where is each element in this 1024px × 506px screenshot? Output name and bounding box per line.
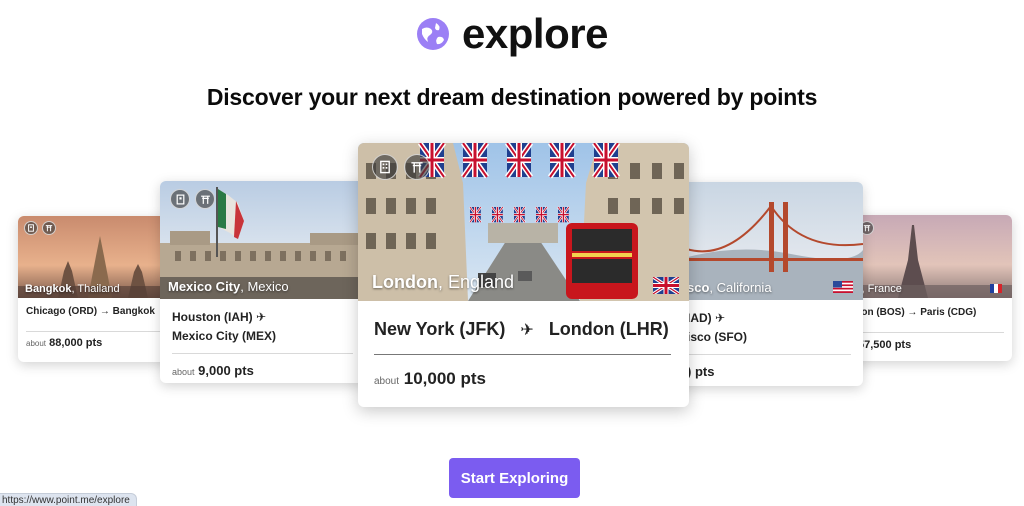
destination-photo: s, France [848, 215, 1012, 298]
destination-photo: Bangkok, Thailand [18, 216, 180, 298]
destination-card-san-francisco[interactable]: sco, California IAD) ✈ isco (SFO) ) pts [671, 182, 863, 386]
status-bar-url: https://www.point.me/explore [0, 493, 137, 506]
destination-photo: London, England [358, 143, 689, 301]
brand-logo[interactable]: explore [0, 12, 1024, 56]
destination-name: Mexico City, Mexico [168, 279, 289, 294]
destination-photo: Mexico City, Mexico [160, 181, 365, 299]
destination-card-paris[interactable]: s, France ton (BOS) → Paris (CDG) 57,500… [848, 215, 1012, 361]
us-flag-icon [833, 281, 853, 293]
brand-name: explore [462, 10, 608, 57]
hotel-icon [372, 154, 398, 180]
france-flag-icon [990, 284, 1002, 293]
divider [374, 354, 671, 355]
torii-gate-icon [42, 221, 56, 235]
destination-card-london[interactable]: London, England New York (JFK) ✈ London … [358, 143, 689, 407]
route-destination: London (LHR) [548, 319, 669, 339]
torii-gate-icon [195, 189, 215, 209]
start-exploring-button[interactable]: Start Exploring [449, 458, 580, 498]
points-cost: about 10,000 pts [374, 369, 486, 388]
destination-card-bangkok[interactable]: Bangkok, Thailand Chicago (ORD) → Bangko… [18, 216, 180, 362]
route-origin: Houston (IAH) ✈ [172, 310, 267, 324]
route-text: New York (JFK) ✈ London (LHR) [374, 319, 669, 340]
uk-flag-icon [653, 277, 679, 294]
divider [856, 332, 1004, 333]
hotel-icon [24, 221, 38, 235]
route-origin: New York (JFK) [374, 319, 506, 339]
divider [172, 353, 353, 354]
destination-card-mexico-city[interactable]: Mexico City, Mexico Houston (IAH) ✈ Mexi… [160, 181, 365, 383]
divider [683, 354, 851, 355]
page-headline: Discover your next dream destination pow… [206, 84, 818, 110]
points-cost: about 9,000 pts [172, 363, 254, 378]
route-origin: IAD) ✈ [687, 311, 726, 325]
hotel-icon [170, 189, 190, 209]
route-text: Houston (IAH) ✈ Mexico City (MEX) [172, 308, 276, 346]
divider [26, 331, 172, 332]
route-text: Chicago (ORD) → Bangkok [26, 306, 155, 317]
torii-gate-icon [404, 154, 430, 180]
route-destination: Mexico City (MEX) [172, 329, 277, 343]
route-destination: isco (SFO) [687, 330, 748, 344]
globe-icon [417, 18, 450, 50]
destination-name: sco, California [687, 280, 772, 295]
destination-photo: sco, California [671, 182, 863, 300]
destination-name: London, England [372, 272, 515, 292]
route-text: ton (BOS) → Paris (CDG) [858, 307, 977, 318]
destination-name: Bangkok, Thailand [25, 283, 120, 295]
airplane-icon: ✈ [520, 322, 534, 339]
route-text: IAD) ✈ isco (SFO) [687, 309, 747, 347]
points-cost: 57,500 pts [858, 339, 912, 351]
points-cost: about 88,000 pts [26, 337, 103, 349]
points-cost: ) pts [687, 364, 715, 379]
